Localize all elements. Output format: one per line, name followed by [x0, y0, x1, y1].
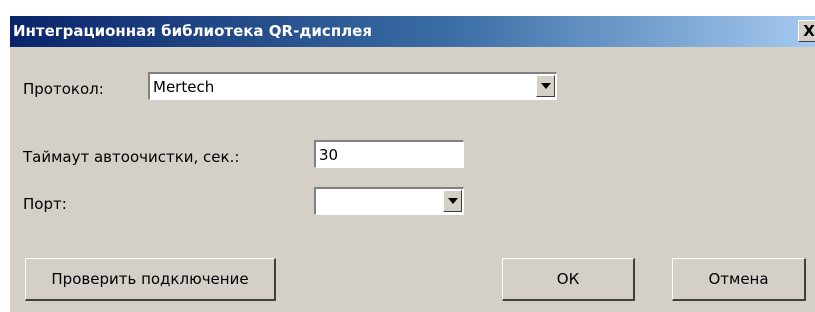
protocol-dropdown-button[interactable]: [536, 75, 555, 97]
dialog-window: Интеграционная библиотека QR-дисплея X П…: [9, 15, 815, 312]
check-connection-button[interactable]: Проверить подключение: [25, 258, 276, 301]
protocol-label: Протокол:: [23, 80, 104, 98]
timeout-input[interactable]: 30: [314, 140, 464, 168]
port-label: Порт:: [23, 195, 67, 213]
chevron-down-icon: [540, 83, 551, 89]
chevron-down-icon: [447, 198, 458, 204]
close-button[interactable]: X: [798, 20, 815, 42]
port-select[interactable]: [314, 187, 464, 215]
port-dropdown-button[interactable]: [443, 190, 462, 212]
timeout-label: Таймаут автоочистки, сек.:: [23, 148, 240, 166]
ok-button[interactable]: ОК: [502, 258, 635, 301]
title-bar[interactable]: Интеграционная библиотека QR-дисплея X: [10, 16, 815, 47]
close-icon: X: [803, 21, 815, 40]
window-title: Интеграционная библиотека QR-дисплея: [13, 22, 372, 40]
cancel-button[interactable]: Отмена: [672, 258, 806, 301]
timeout-input-value: 30: [319, 146, 339, 164]
protocol-select[interactable]: Mertech: [148, 72, 557, 100]
protocol-select-value: Mertech: [153, 78, 215, 96]
